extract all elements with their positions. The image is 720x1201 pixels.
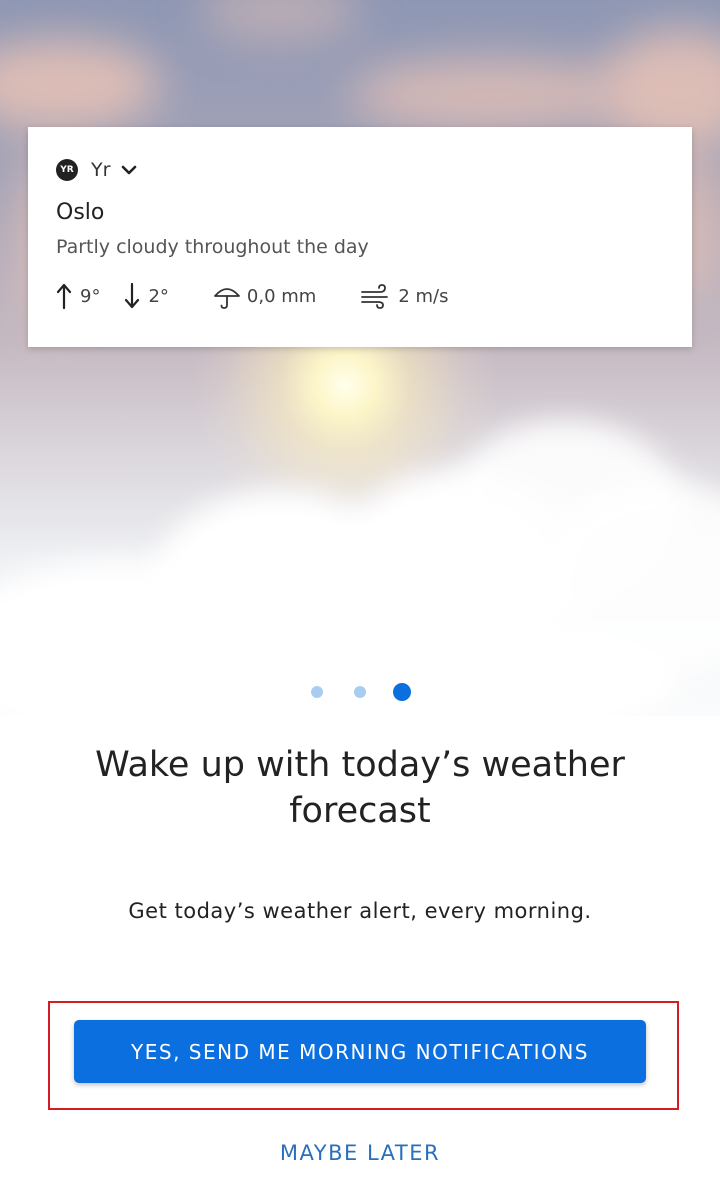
umbrella-icon [214, 288, 240, 309]
high-temperature: 9° [56, 282, 100, 310]
hero-illustration: YR Yr Oslo Partly cloudy throughout the … [0, 0, 720, 716]
onboarding-headline: Wake up with today’s weather forecast [95, 745, 625, 831]
maybe-later-button[interactable]: MAYBE LATER [200, 1133, 520, 1173]
low-temp-value: 2° [148, 285, 169, 307]
enable-notifications-button[interactable]: YES, SEND ME MORNING NOTIFICATIONS [74, 1020, 646, 1083]
wind-icon [361, 284, 389, 309]
precipitation: 0,0 mm [213, 282, 316, 310]
source-name: Yr [91, 159, 111, 181]
location-source-selector[interactable]: YR Yr [56, 159, 138, 181]
onboarding-subtext: Get today’s weather alert, every morning… [128, 899, 592, 923]
page-dot-1[interactable] [311, 686, 323, 698]
yr-logo-icon: YR [56, 159, 78, 181]
high-temp-value: 9° [80, 285, 101, 307]
wind-value: 2 m/s [398, 285, 449, 307]
weather-condition: Partly cloudy throughout the day [56, 236, 369, 258]
arrow-down-icon [125, 282, 140, 309]
chevron-down-icon [122, 165, 137, 175]
weather-metrics: 9° 2° 0,0 mm 2 m/s [56, 280, 448, 312]
arrow-up-icon [56, 283, 72, 310]
page-dot-3[interactable] [393, 683, 411, 701]
city-name: Oslo [56, 200, 105, 225]
page-dot-2[interactable] [354, 686, 366, 698]
page-indicator [0, 683, 720, 703]
precipitation-value: 0,0 mm [246, 285, 317, 307]
low-temperature: 2° [124, 282, 169, 310]
weather-preview-card: YR Yr Oslo Partly cloudy throughout the … [28, 127, 692, 347]
wind: 2 m/s [360, 283, 448, 309]
